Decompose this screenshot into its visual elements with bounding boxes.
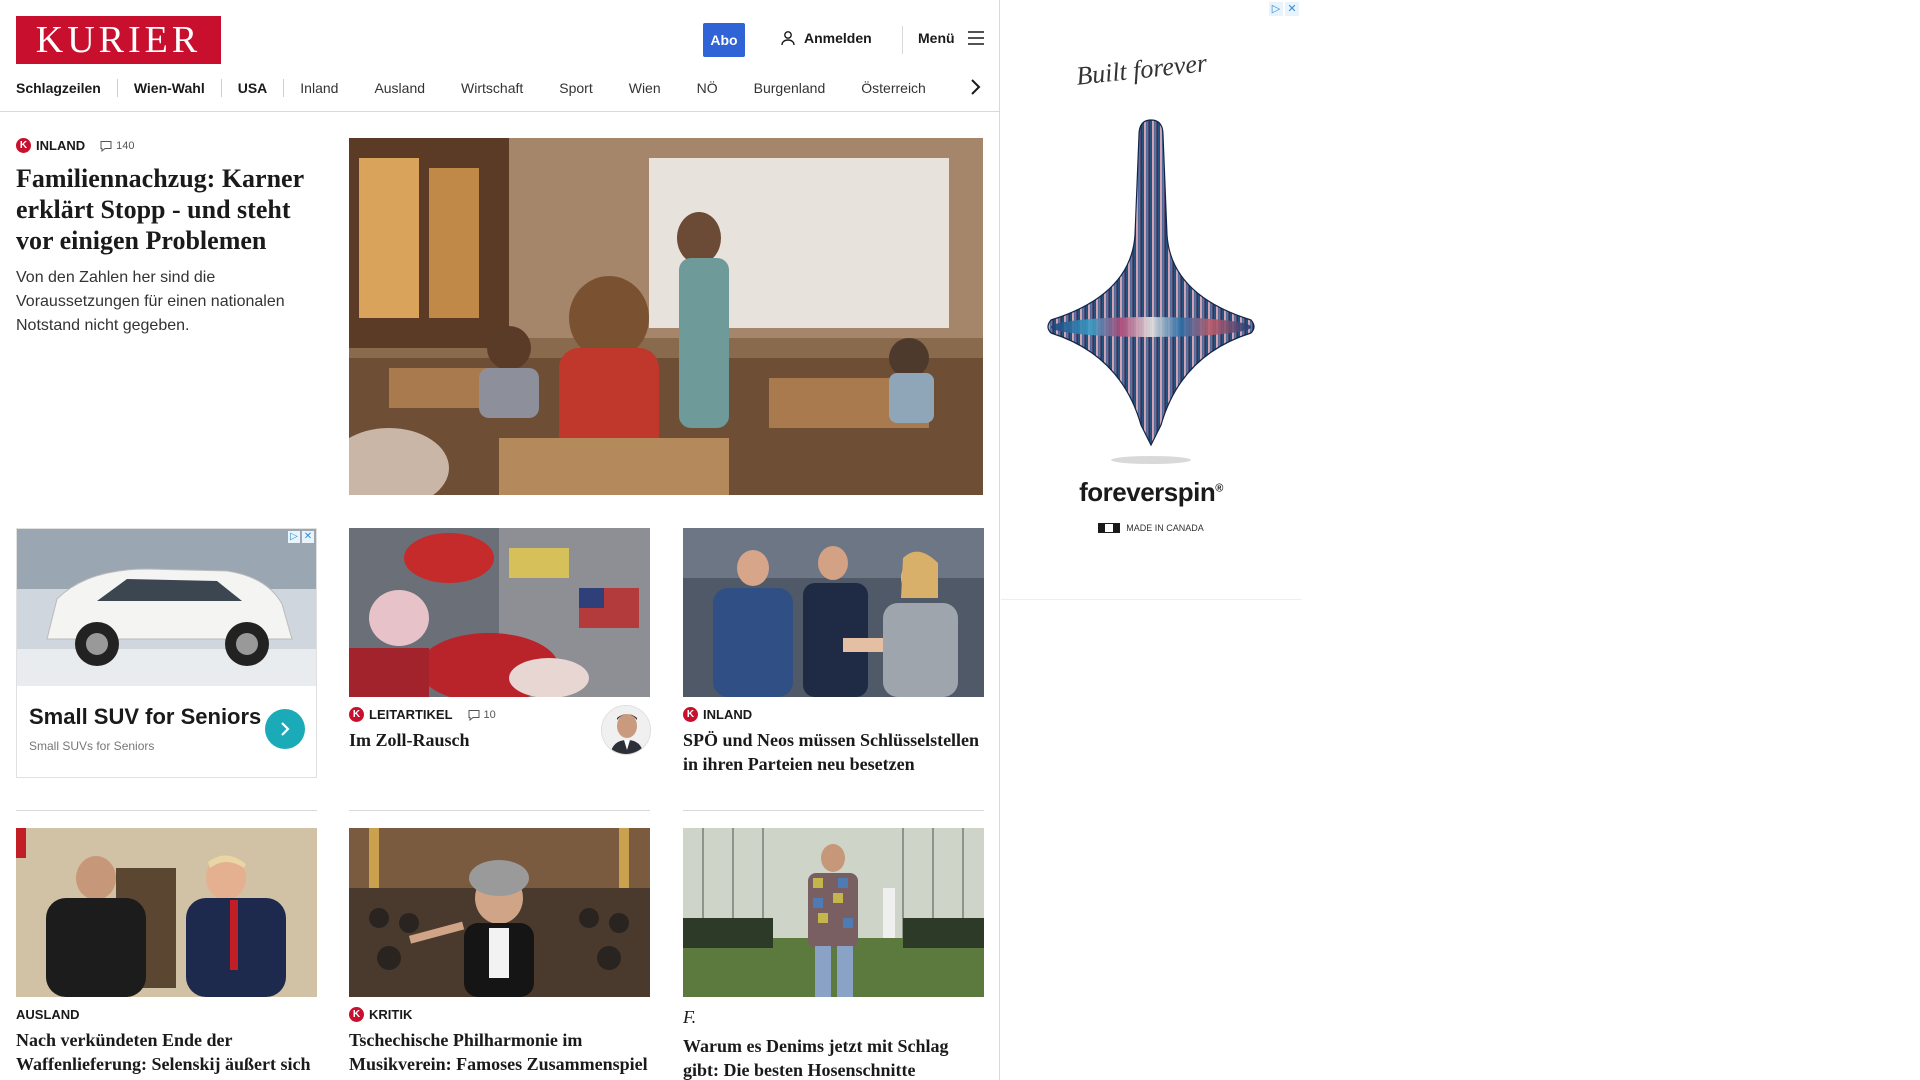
card-category: KRITIK — [369, 1007, 413, 1022]
abo-button[interactable]: Abo — [703, 23, 745, 57]
card-category: LEITARTIKEL — [369, 707, 453, 722]
nav-item-sport[interactable]: Sport — [559, 80, 592, 96]
category-nav: Schlagzeilen Wien-Wahl USA Inland Auslan… — [16, 78, 926, 98]
ad-script-text: Built forever — [1074, 48, 1209, 91]
article-image-selenskij-trump[interactable] — [16, 828, 317, 997]
ad-choices-marker[interactable]: ▷ ✕ — [288, 531, 314, 543]
nav-item-oesterreich[interactable]: Österreich — [861, 80, 926, 96]
lead-story: K INLAND 140 Familiennachzug: Karner erk… — [16, 138, 316, 338]
user-icon — [781, 31, 795, 46]
kurier-k-icon: K — [349, 1007, 364, 1022]
chevron-right-icon — [281, 722, 290, 736]
ad-made-in: MADE IN CANADA — [1001, 523, 1301, 533]
nav-item-wien-wahl[interactable]: Wien-Wahl — [134, 80, 205, 96]
ad-subtitle: Small SUVs for Seniors — [29, 739, 155, 753]
lead-image-classroom[interactable] — [349, 138, 983, 495]
canada-flag-icon — [1098, 523, 1121, 533]
nav-divider — [220, 79, 222, 97]
ad-brand-name: foreverspin® — [1079, 477, 1223, 507]
lead-teaser: Von den Zahlen her sind die Voraussetzun… — [16, 269, 285, 334]
nav-divider — [116, 79, 118, 97]
login-label: Anmelden — [804, 30, 872, 46]
kurier-k-icon: K — [683, 707, 698, 722]
sidebar-ad-foreverspin[interactable]: ▷ ✕ Built forever foreverspin® MADE IN CA… — [1001, 0, 1301, 600]
card-category: AUSLAND — [16, 1007, 80, 1022]
kurier-logo[interactable]: KURIER — [16, 16, 221, 64]
article-image-fashion-runway[interactable] — [683, 828, 984, 997]
card-comments: 10 — [483, 708, 496, 721]
main-column: KURIER Abo Anmelden Menü Schlagzeilen Wi… — [0, 0, 1000, 1080]
card-title[interactable]: Warum es Denims jetzt mit Schlag gibt: D… — [683, 1034, 984, 1080]
article-image-maga-hats[interactable] — [349, 528, 650, 697]
comment-count[interactable]: 10 — [468, 709, 496, 721]
ad-choices-marker[interactable]: ▷ ✕ — [1269, 2, 1299, 16]
article-card: K KRITIK Tschechische Philharmonie im Mu… — [349, 828, 650, 1076]
nav-item-burgenland[interactable]: Burgenland — [754, 80, 826, 96]
ad-title: Small SUV for Seniors — [29, 704, 262, 729]
kurier-k-icon: K — [16, 138, 31, 153]
lead-comments: 140 — [116, 139, 135, 152]
lead-badge: K INLAND 140 — [16, 138, 316, 153]
lead-category: INLAND — [36, 138, 86, 153]
card-category: INLAND — [703, 707, 753, 722]
spinning-top-graphic — [1047, 119, 1255, 464]
site-header: KURIER Abo Anmelden Menü Schlagzeilen Wi… — [0, 0, 999, 112]
kurier-k-icon: K — [349, 707, 364, 722]
row-divider — [349, 810, 650, 811]
card-badge: K INLAND — [683, 707, 984, 722]
nav-item-schlagzeilen[interactable]: Schlagzeilen — [16, 80, 101, 96]
row-divider — [16, 810, 317, 811]
nav-item-usa[interactable]: USA — [238, 80, 268, 96]
nav-divider — [283, 79, 285, 97]
article-card: f. Warum es Denims jetzt mit Schlag gibt… — [683, 828, 984, 1080]
lead-headline[interactable]: Familiennachzug: Karner erklärt Stopp - … — [16, 163, 316, 256]
nav-item-ausland[interactable]: Ausland — [374, 80, 425, 96]
article-card: K INLAND SPÖ und Neos müssen Schlüsselst… — [683, 528, 984, 776]
sponsored-ad-suv[interactable]: ▷ ✕ Small SUV for Seniors Small SUVs for … — [16, 528, 317, 778]
card-title[interactable]: Tschechische Philharmonie im Musikverein… — [349, 1028, 650, 1076]
nav-item-inland[interactable]: Inland — [300, 80, 338, 96]
article-card: AUSLAND Nach verkündeten Ende der Waffen… — [16, 828, 317, 1080]
card-badge: AUSLAND — [16, 1007, 317, 1022]
nav-item-wirtschaft[interactable]: Wirtschaft — [461, 80, 523, 96]
comment-count[interactable]: 140 — [100, 140, 134, 152]
ad-go-button[interactable] — [265, 709, 305, 749]
hamburger-icon — [967, 31, 984, 45]
freizeit-f-icon: f. — [683, 1007, 697, 1027]
row-divider — [683, 810, 984, 811]
header-divider — [902, 26, 903, 54]
menu-button[interactable]: Menü — [918, 30, 985, 46]
menu-label: Menü — [918, 30, 955, 46]
author-avatar[interactable] — [601, 705, 651, 755]
comment-icon — [100, 140, 112, 152]
card-title[interactable]: SPÖ und Neos müssen Schlüsselstellen in … — [683, 728, 984, 776]
nav-item-noe[interactable]: NÖ — [697, 80, 718, 96]
chevron-right-icon[interactable] — [968, 77, 982, 97]
card-badge: f. — [683, 1007, 984, 1028]
card-title[interactable]: Nach verkündeten Ende der Waffenlieferun… — [16, 1028, 317, 1080]
article-image-politicians[interactable] — [683, 528, 984, 697]
comment-icon — [468, 709, 480, 721]
login-button[interactable]: Anmelden — [780, 30, 872, 46]
ad-image-suv — [17, 529, 316, 686]
card-badge: K KRITIK — [349, 1007, 650, 1022]
article-image-conductor[interactable] — [349, 828, 650, 997]
nav-item-wien[interactable]: Wien — [629, 80, 661, 96]
